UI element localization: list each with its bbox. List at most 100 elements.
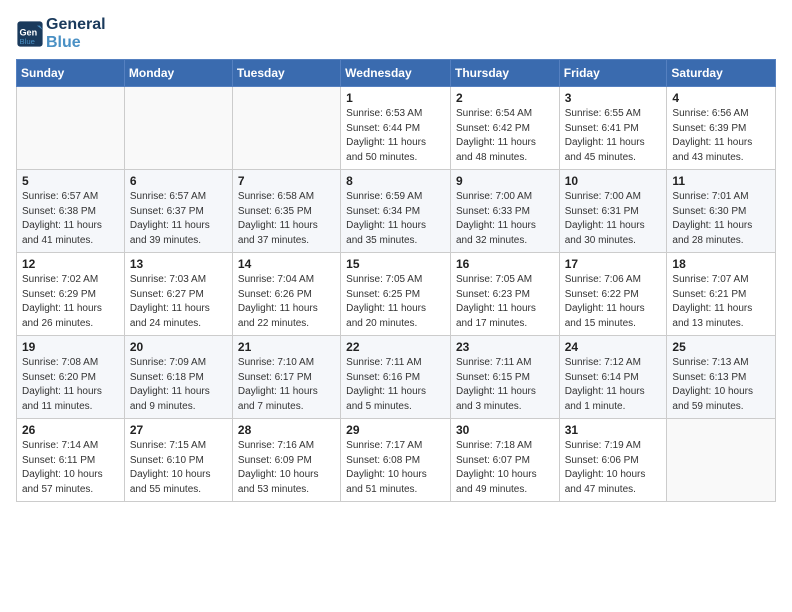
day-info: Sunrise: 7:13 AM Sunset: 6:13 PM Dayligh… <box>672 356 770 414</box>
calendar-cell: 22 Sunrise: 7:11 AM Sunset: 6:16 PM Dayli… <box>341 336 451 419</box>
day-info: Sunrise: 7:11 AM Sunset: 6:15 PM Dayligh… <box>456 356 554 414</box>
day-info: Sunrise: 7:00 AM Sunset: 6:33 PM Dayligh… <box>456 190 554 248</box>
weekday-header-friday: Friday <box>559 60 667 87</box>
day-number: 1 <box>346 91 445 105</box>
calendar-cell: 3 Sunrise: 6:55 AM Sunset: 6:41 PM Daylig… <box>559 87 667 170</box>
day-number: 18 <box>672 257 770 271</box>
calendar-cell: 6 Sunrise: 6:57 AM Sunset: 6:37 PM Daylig… <box>124 170 232 253</box>
day-info: Sunrise: 7:09 AM Sunset: 6:18 PM Dayligh… <box>130 356 227 414</box>
day-number: 26 <box>22 423 119 437</box>
day-number: 20 <box>130 340 227 354</box>
day-number: 17 <box>565 257 662 271</box>
day-number: 19 <box>22 340 119 354</box>
calendar-cell <box>17 87 125 170</box>
calendar-table: SundayMondayTuesdayWednesdayThursdayFrid… <box>16 59 776 502</box>
day-info: Sunrise: 7:05 AM Sunset: 6:23 PM Dayligh… <box>456 273 554 331</box>
calendar-week-row: 26 Sunrise: 7:14 AM Sunset: 6:11 PM Dayli… <box>17 419 776 502</box>
day-info: Sunrise: 7:15 AM Sunset: 6:10 PM Dayligh… <box>130 439 227 497</box>
day-number: 30 <box>456 423 554 437</box>
day-info: Sunrise: 7:06 AM Sunset: 6:22 PM Dayligh… <box>565 273 662 331</box>
day-number: 29 <box>346 423 445 437</box>
day-info: Sunrise: 7:14 AM Sunset: 6:11 PM Dayligh… <box>22 439 119 497</box>
day-number: 9 <box>456 174 554 188</box>
day-info: Sunrise: 7:08 AM Sunset: 6:20 PM Dayligh… <box>22 356 119 414</box>
logo-text-line2: Blue <box>46 34 106 52</box>
day-info: Sunrise: 6:59 AM Sunset: 6:34 PM Dayligh… <box>346 190 445 248</box>
calendar-cell: 28Sunrise: 7:16 AM Sunset: 6:09 PM Dayli… <box>232 419 340 502</box>
day-info: Sunrise: 7:19 AM Sunset: 6:06 PM Dayligh… <box>565 439 662 497</box>
day-info: Sunrise: 7:16 AM Sunset: 6:09 PM Dayligh… <box>238 439 335 497</box>
weekday-header-sunday: Sunday <box>17 60 125 87</box>
day-number: 4 <box>672 91 770 105</box>
calendar-cell: 31 Sunrise: 7:19 AM Sunset: 6:06 PM Dayli… <box>559 419 667 502</box>
calendar-cell: 8 Sunrise: 6:59 AM Sunset: 6:34 PM Daylig… <box>341 170 451 253</box>
day-info: Sunrise: 7:10 AM Sunset: 6:17 PM Dayligh… <box>238 356 335 414</box>
calendar-cell: 20 Sunrise: 7:09 AM Sunset: 6:18 PM Dayli… <box>124 336 232 419</box>
day-info: Sunrise: 7:03 AM Sunset: 6:27 PM Dayligh… <box>130 273 227 331</box>
calendar-cell: 25 Sunrise: 7:13 AM Sunset: 6:13 PM Dayli… <box>667 336 776 419</box>
day-info: Sunrise: 6:58 AM Sunset: 6:35 PM Dayligh… <box>238 190 335 248</box>
calendar-cell: 24 Sunrise: 7:12 AM Sunset: 6:14 PM Dayli… <box>559 336 667 419</box>
calendar-week-row: 5 Sunrise: 6:57 AM Sunset: 6:38 PM Daylig… <box>17 170 776 253</box>
day-info: Sunrise: 6:55 AM Sunset: 6:41 PM Dayligh… <box>565 107 662 165</box>
day-number: 13 <box>130 257 227 271</box>
day-number: 24 <box>565 340 662 354</box>
day-info: Sunrise: 7:11 AM Sunset: 6:16 PM Dayligh… <box>346 356 445 414</box>
calendar-cell: 18Sunrise: 7:07 AM Sunset: 6:21 PM Dayli… <box>667 253 776 336</box>
day-info: Sunrise: 6:53 AM Sunset: 6:44 PM Dayligh… <box>346 107 445 165</box>
day-number: 22 <box>346 340 445 354</box>
day-info: Sunrise: 7:00 AM Sunset: 6:31 PM Dayligh… <box>565 190 662 248</box>
calendar-cell: 10 Sunrise: 7:00 AM Sunset: 6:31 PM Dayli… <box>559 170 667 253</box>
day-info: Sunrise: 6:56 AM Sunset: 6:39 PM Dayligh… <box>672 107 770 165</box>
calendar-week-row: 19 Sunrise: 7:08 AM Sunset: 6:20 PM Dayli… <box>17 336 776 419</box>
day-info: Sunrise: 7:05 AM Sunset: 6:25 PM Dayligh… <box>346 273 445 331</box>
day-number: 23 <box>456 340 554 354</box>
day-info: Sunrise: 6:57 AM Sunset: 6:38 PM Dayligh… <box>22 190 119 248</box>
day-number: 11 <box>672 174 770 188</box>
calendar-cell: 30 Sunrise: 7:18 AM Sunset: 6:07 PM Dayli… <box>450 419 559 502</box>
calendar-body: 1 Sunrise: 6:53 AM Sunset: 6:44 PM Daylig… <box>17 87 776 502</box>
day-number: 16 <box>456 257 554 271</box>
day-number: 6 <box>130 174 227 188</box>
calendar-header-row: SundayMondayTuesdayWednesdayThursdayFrid… <box>17 60 776 87</box>
calendar-cell: 19 Sunrise: 7:08 AM Sunset: 6:20 PM Dayli… <box>17 336 125 419</box>
day-number: 3 <box>565 91 662 105</box>
calendar-week-row: 12Sunrise: 7:02 AM Sunset: 6:29 PM Dayli… <box>17 253 776 336</box>
svg-text:Gen: Gen <box>20 27 38 37</box>
day-number: 7 <box>238 174 335 188</box>
page-header: Gen Blue General Blue <box>16 16 776 51</box>
day-info: Sunrise: 7:17 AM Sunset: 6:08 PM Dayligh… <box>346 439 445 497</box>
calendar-cell: 13 Sunrise: 7:03 AM Sunset: 6:27 PM Dayli… <box>124 253 232 336</box>
weekday-header-monday: Monday <box>124 60 232 87</box>
day-number: 5 <box>22 174 119 188</box>
day-info: Sunrise: 7:02 AM Sunset: 6:29 PM Dayligh… <box>22 273 119 331</box>
calendar-cell: 16 Sunrise: 7:05 AM Sunset: 6:23 PM Dayli… <box>450 253 559 336</box>
day-number: 15 <box>346 257 445 271</box>
day-info: Sunrise: 7:12 AM Sunset: 6:14 PM Dayligh… <box>565 356 662 414</box>
calendar-cell: 1 Sunrise: 6:53 AM Sunset: 6:44 PM Daylig… <box>341 87 451 170</box>
calendar-cell: 2Sunrise: 6:54 AM Sunset: 6:42 PM Daylig… <box>450 87 559 170</box>
calendar-cell: 21Sunrise: 7:10 AM Sunset: 6:17 PM Dayli… <box>232 336 340 419</box>
weekday-header-wednesday: Wednesday <box>341 60 451 87</box>
logo-icon: Gen Blue <box>16 20 44 48</box>
calendar-cell <box>232 87 340 170</box>
weekday-header-thursday: Thursday <box>450 60 559 87</box>
weekday-header-tuesday: Tuesday <box>232 60 340 87</box>
calendar-cell: 29 Sunrise: 7:17 AM Sunset: 6:08 PM Dayli… <box>341 419 451 502</box>
day-number: 8 <box>346 174 445 188</box>
calendar-cell: 9 Sunrise: 7:00 AM Sunset: 6:33 PM Daylig… <box>450 170 559 253</box>
calendar-cell: 5 Sunrise: 6:57 AM Sunset: 6:38 PM Daylig… <box>17 170 125 253</box>
day-info: Sunrise: 6:57 AM Sunset: 6:37 PM Dayligh… <box>130 190 227 248</box>
day-number: 31 <box>565 423 662 437</box>
day-number: 10 <box>565 174 662 188</box>
day-info: Sunrise: 7:18 AM Sunset: 6:07 PM Dayligh… <box>456 439 554 497</box>
logo-text-line1: General <box>46 16 106 34</box>
calendar-cell <box>124 87 232 170</box>
day-number: 27 <box>130 423 227 437</box>
day-info: Sunrise: 7:01 AM Sunset: 6:30 PM Dayligh… <box>672 190 770 248</box>
day-number: 25 <box>672 340 770 354</box>
day-info: Sunrise: 6:54 AM Sunset: 6:42 PM Dayligh… <box>456 107 554 165</box>
calendar-cell: 15 Sunrise: 7:05 AM Sunset: 6:25 PM Dayli… <box>341 253 451 336</box>
calendar-cell: 26 Sunrise: 7:14 AM Sunset: 6:11 PM Dayli… <box>17 419 125 502</box>
calendar-cell: 11 Sunrise: 7:01 AM Sunset: 6:30 PM Dayli… <box>667 170 776 253</box>
